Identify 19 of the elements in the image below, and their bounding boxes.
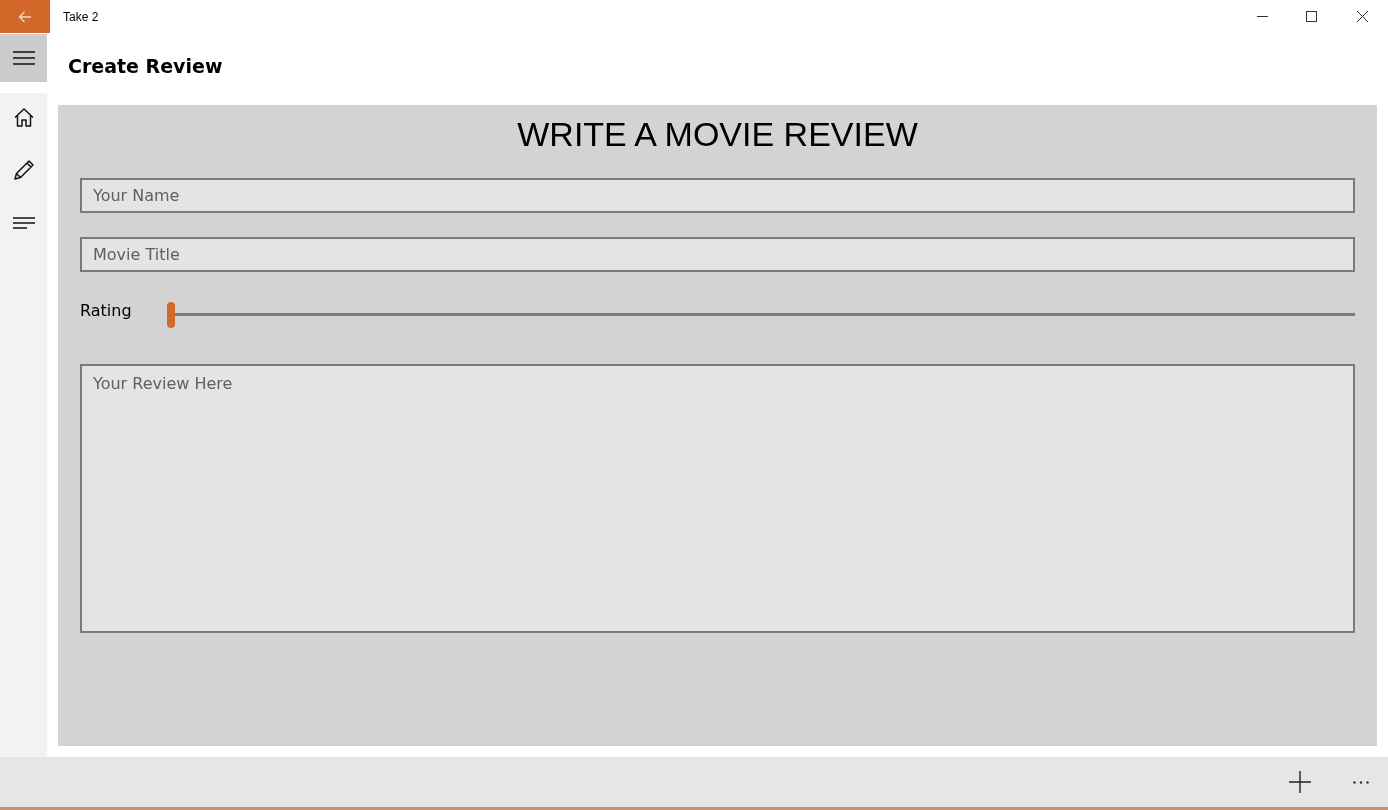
maximize-icon [1306,11,1317,22]
menu-button[interactable] [0,34,47,82]
more-dots-icon [1353,780,1369,784]
pencil-icon [12,159,35,181]
plus-icon [1289,771,1311,793]
menu-icon [12,51,35,65]
review-text-area[interactable]: Your Review Here [80,364,1355,633]
home-icon [13,107,34,127]
movie-title-input-field[interactable]: Movie Title [80,237,1355,272]
window-title: Take 2 [63,8,99,26]
page-title: Create Review [68,54,223,79]
rating-slider-thumb[interactable] [167,301,175,328]
form-heading: WRITE A MOVIE REVIEW [517,114,918,154]
minimize-icon [1257,16,1268,17]
rating-label: Rating [80,301,132,320]
list-icon [12,217,35,229]
close-icon [1356,11,1368,22]
back-arrow-icon [18,10,32,23]
name-input-field[interactable]: Your Name [80,178,1355,213]
